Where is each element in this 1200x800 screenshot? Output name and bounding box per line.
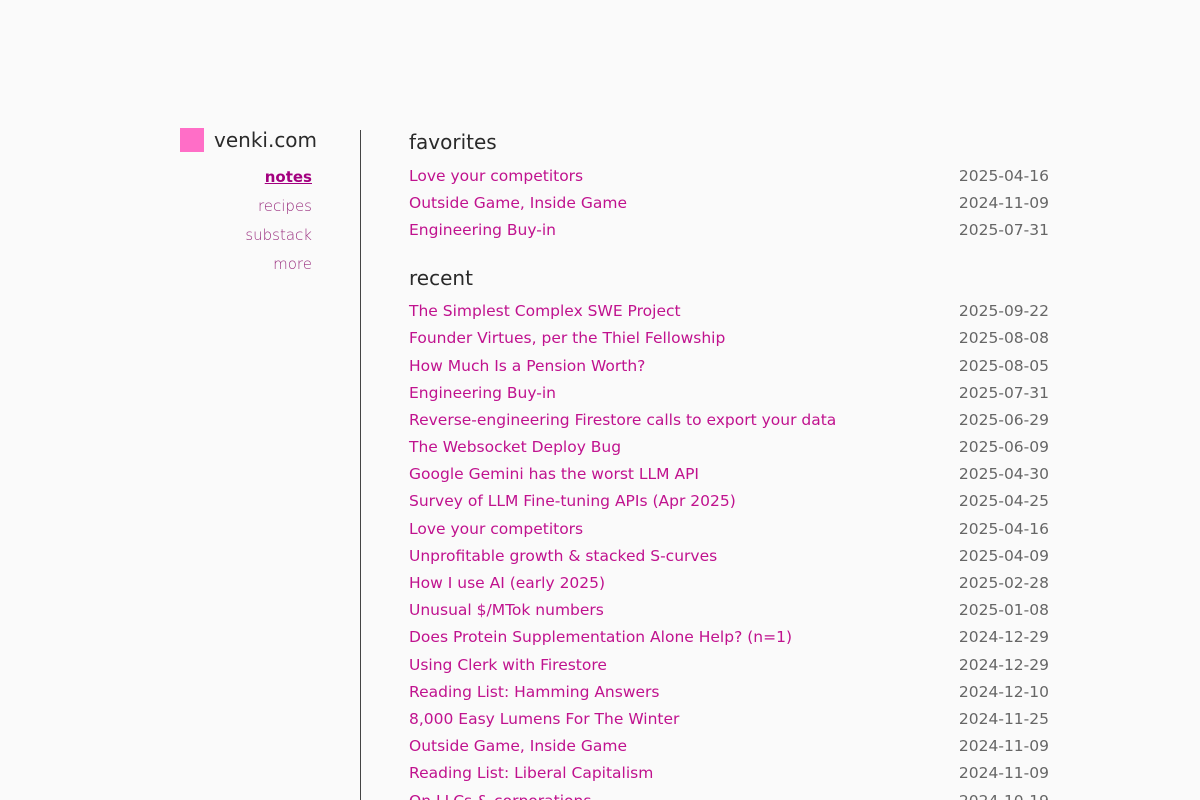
sidebar: venki.com notes recipes substack more xyxy=(180,128,317,279)
nav-item-substack[interactable]: substack xyxy=(180,221,312,250)
post-link[interactable]: 8,000 Easy Lumens For The Winter xyxy=(409,710,679,728)
post-link[interactable]: The Websocket Deploy Bug xyxy=(409,438,621,456)
post-date: 2024-11-25 xyxy=(958,709,1049,728)
post-date: 2025-07-31 xyxy=(958,383,1049,402)
post-link[interactable]: Outside Game, Inside Game xyxy=(409,194,627,212)
post-date: 2024-11-09 xyxy=(958,737,1049,756)
post-date: 2024-12-29 xyxy=(958,655,1049,674)
post-date: 2025-06-29 xyxy=(958,410,1049,429)
post-link[interactable]: Engineering Buy-in xyxy=(409,384,556,402)
post-date: 2025-04-30 xyxy=(958,465,1049,484)
post-date: 2025-04-16 xyxy=(958,519,1049,538)
post-date: 2025-04-25 xyxy=(958,492,1049,511)
brand-logo-square xyxy=(180,128,204,152)
post-link[interactable]: Reading List: Liberal Capitalism xyxy=(409,764,653,782)
post-link[interactable]: Reverse-engineering Firestore calls to e… xyxy=(409,411,836,429)
list-item: Unusual $/MTok numbers 2025-01-08 xyxy=(409,597,1049,624)
post-date: 2024-12-29 xyxy=(958,628,1049,647)
post-date: 2025-06-09 xyxy=(958,438,1049,457)
post-link[interactable]: Using Clerk with Firestore xyxy=(409,656,607,674)
post-date: 2025-07-31 xyxy=(958,220,1049,239)
favorites-heading: favorites xyxy=(409,130,497,154)
list-item: Engineering Buy-in 2025-07-31 xyxy=(409,379,1049,406)
list-item: How I use AI (early 2025) 2025-02-28 xyxy=(409,569,1049,596)
list-item: The Simplest Complex SWE Project 2025-09-… xyxy=(409,298,1049,325)
post-link[interactable]: Love your competitors xyxy=(409,167,583,185)
list-item: Love your competitors 2025-04-16 xyxy=(409,162,1049,189)
list-item: Google Gemini has the worst LLM API 2025-… xyxy=(409,461,1049,488)
recent-list: The Simplest Complex SWE Project 2025-09-… xyxy=(409,298,1049,800)
sidebar-nav: notes recipes substack more xyxy=(180,163,312,279)
brand[interactable]: venki.com xyxy=(180,128,317,152)
post-link[interactable]: Google Gemini has the worst LLM API xyxy=(409,465,699,483)
site-title[interactable]: venki.com xyxy=(214,128,317,152)
main-content: favorites Love your competitors 2025-04-1… xyxy=(409,128,1049,800)
post-date: 2025-04-09 xyxy=(958,546,1049,565)
list-item: Love your competitors 2025-04-16 xyxy=(409,515,1049,542)
list-item: Engineering Buy-in 2025-07-31 xyxy=(409,216,1049,243)
nav-item-recipes[interactable]: recipes xyxy=(180,192,312,221)
list-item: 8,000 Easy Lumens For The Winter 2024-11-… xyxy=(409,705,1049,732)
nav-item-notes[interactable]: notes xyxy=(180,163,312,192)
page: venki.com notes recipes substack more fa… xyxy=(0,0,1200,800)
recent-heading: recent xyxy=(409,265,473,290)
list-item: On LLCs & corporations 2024-10-19 xyxy=(409,787,1049,800)
list-item: Survey of LLM Fine-tuning APIs (Apr 2025… xyxy=(409,488,1049,515)
post-link[interactable]: Does Protein Supplementation Alone Help?… xyxy=(409,628,792,646)
list-item: Outside Game, Inside Game 2024-11-09 xyxy=(409,189,1049,216)
post-link[interactable]: Reading List: Hamming Answers xyxy=(409,683,660,701)
post-link[interactable]: Engineering Buy-in xyxy=(409,221,556,239)
recent-section: recent The Simplest Complex SWE Project 2… xyxy=(409,264,1049,800)
list-item: Unprofitable growth & stacked S-curves 20… xyxy=(409,542,1049,569)
post-date: 2025-02-28 xyxy=(958,574,1049,593)
list-item: Reading List: Liberal Capitalism 2024-11-… xyxy=(409,760,1049,787)
list-item: The Websocket Deploy Bug 2025-06-09 xyxy=(409,434,1049,461)
list-item: Using Clerk with Firestore 2024-12-29 xyxy=(409,651,1049,678)
favorites-list: Love your competitors 2025-04-16 Outside G… xyxy=(409,162,1049,244)
post-link[interactable]: How I use AI (early 2025) xyxy=(409,574,605,592)
nav-item-more[interactable]: more xyxy=(180,250,312,279)
post-date: 2025-09-22 xyxy=(958,302,1049,321)
post-date: 2024-11-09 xyxy=(958,193,1049,212)
list-item: Reverse-engineering Firestore calls to e… xyxy=(409,406,1049,433)
post-link[interactable]: Outside Game, Inside Game xyxy=(409,737,627,755)
post-link[interactable]: Survey of LLM Fine-tuning APIs (Apr 2025… xyxy=(409,492,736,510)
post-date: 2024-11-09 xyxy=(958,764,1049,783)
post-date: 2024-10-19 xyxy=(959,792,1049,800)
post-date: 2025-04-16 xyxy=(958,166,1049,185)
post-date: 2024-12-10 xyxy=(958,682,1049,701)
post-link[interactable]: Love your competitors xyxy=(409,520,583,538)
list-item: Does Protein Supplementation Alone Help?… xyxy=(409,624,1049,651)
post-date: 2025-08-05 xyxy=(958,356,1049,375)
post-link[interactable]: Unprofitable growth & stacked S-curves xyxy=(409,547,717,565)
list-item: Founder Virtues, per the Thiel Fellowshi… xyxy=(409,325,1049,352)
list-item: Outside Game, Inside Game 2024-11-09 xyxy=(409,733,1049,760)
post-link[interactable]: On LLCs & corporations xyxy=(409,792,591,800)
post-date: 2025-08-08 xyxy=(958,329,1049,348)
post-link[interactable]: How Much Is a Pension Worth? xyxy=(409,357,645,375)
post-link[interactable]: Founder Virtues, per the Thiel Fellowshi… xyxy=(409,329,725,347)
favorites-section: favorites Love your competitors 2025-04-1… xyxy=(409,128,1049,244)
list-item: How Much Is a Pension Worth? 2025-08-05 xyxy=(409,352,1049,379)
post-link[interactable]: Unusual $/MTok numbers xyxy=(409,601,604,619)
vertical-divider xyxy=(360,130,361,800)
post-link[interactable]: The Simplest Complex SWE Project xyxy=(409,302,681,320)
post-date: 2025-01-08 xyxy=(958,601,1049,620)
list-item: Reading List: Hamming Answers 2024-12-10 xyxy=(409,678,1049,705)
